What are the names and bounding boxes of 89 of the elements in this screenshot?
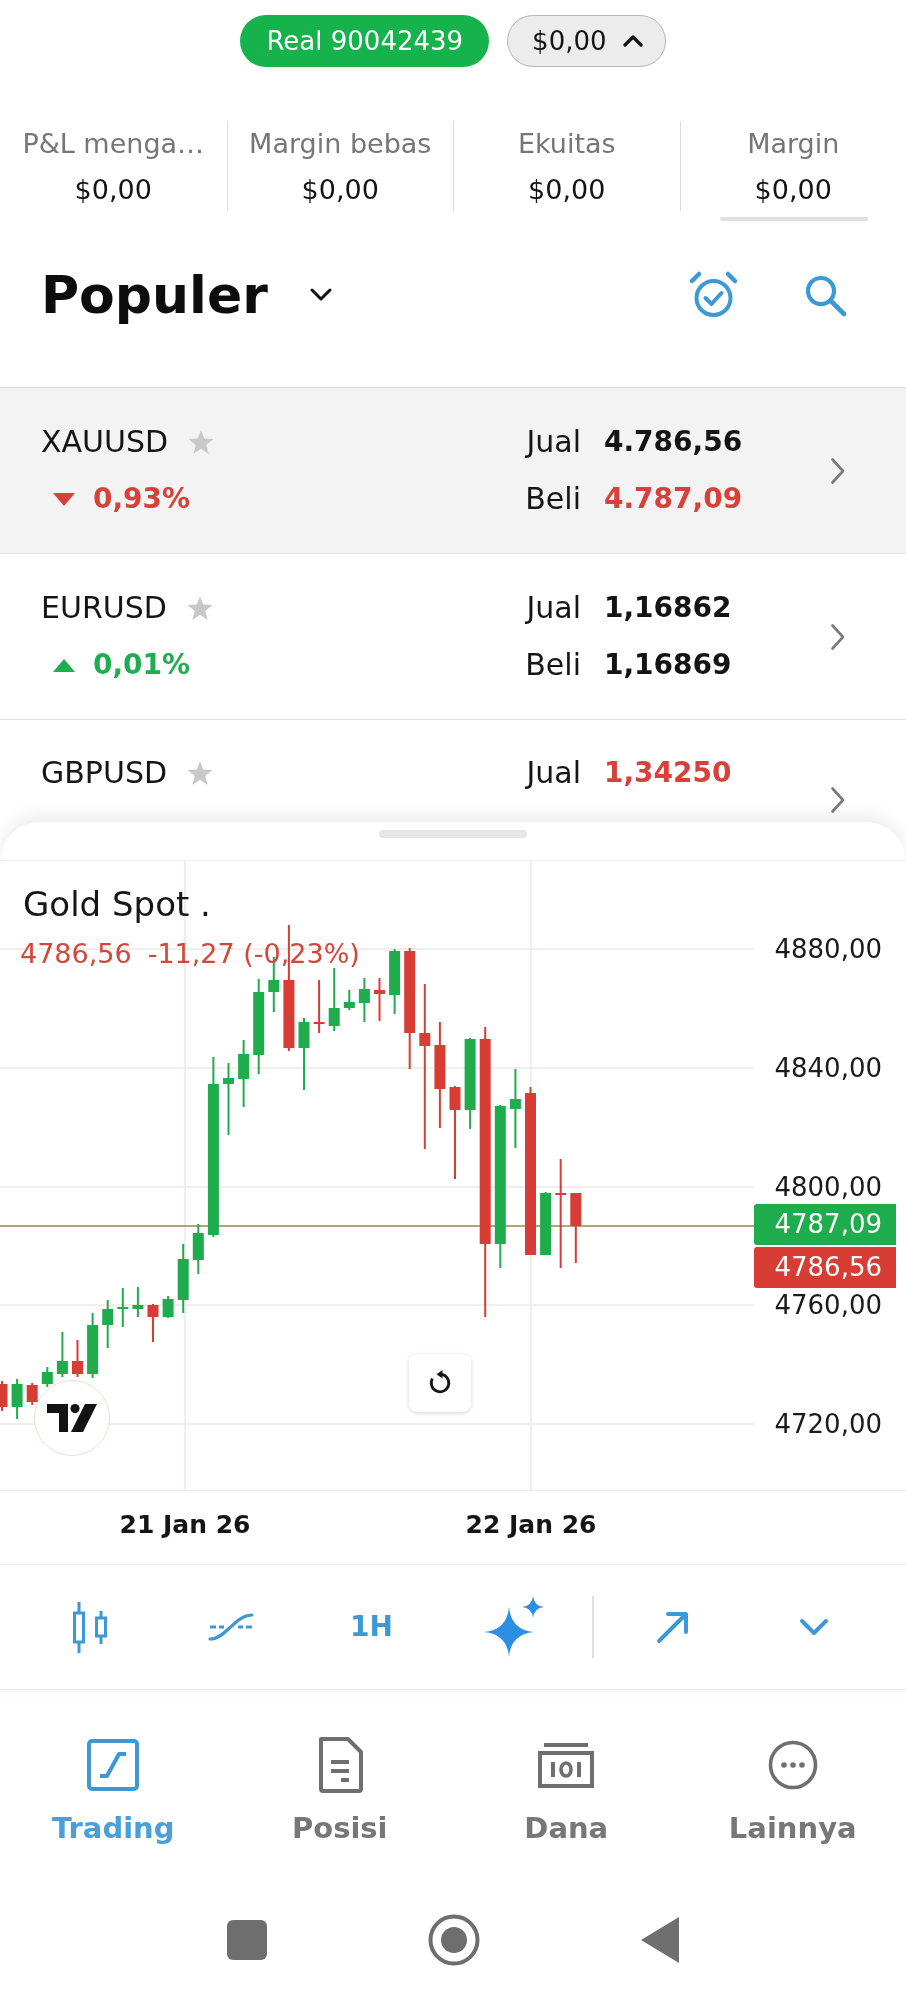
chart-price: 4786,56 [20,937,132,971]
back-icon[interactable] [641,1916,679,1963]
candlestick [26,1382,38,1406]
candlestick [570,1192,582,1264]
candlestick [87,1312,99,1379]
star-icon[interactable] [187,760,214,786]
quote-label: Jual [526,754,581,792]
quote-label: Jual [526,589,581,627]
summary-label: Margin [747,127,840,161]
star-icon[interactable] [186,595,213,621]
quote-price: 4.786,56 [604,424,743,460]
drag-handle[interactable] [379,830,527,838]
arrow-icon[interactable] [656,1610,690,1644]
quote-price: 1,34250 [604,755,732,791]
alarm-check-icon[interactable] [688,269,739,320]
chart-title: Gold Spot . [23,884,211,924]
candlestick [374,977,385,1022]
candlestick [343,989,355,1011]
candlestick [117,1287,129,1328]
chart-icon [87,1739,140,1791]
instrument-symbol: EURUSD [41,589,167,627]
candlestick [540,1191,552,1256]
summary-label: Ekuitas [517,127,616,161]
nav-tab[interactable]: Lainnya [679,1691,906,1880]
change-percent: 0,01% [93,647,191,683]
candlestick [0,1380,8,1412]
axis-label: 4760,00 [774,1290,882,1321]
price-tag: 4787,09 [754,1204,896,1245]
chevron-right-icon [830,456,846,485]
instrument-row[interactable]: XAUUSD 0,93% Jual 4.786,56 Beli 4.787,09 [0,388,906,554]
candlestick [147,1303,159,1343]
date-label: 21 Jan 26 [119,1510,251,1540]
candlestick [102,1299,114,1349]
quote-label: Jual [526,423,581,461]
nav-tab[interactable]: Posisi [226,1691,453,1880]
reset-icon [427,1370,453,1396]
axis-label: 4720,00 [774,1409,882,1439]
candlestick-icon[interactable] [71,1601,108,1653]
summary-value: $0,00 [301,173,379,207]
logo-icon [47,1404,97,1432]
candlestick [358,977,370,1023]
candlestick [313,979,325,1034]
axis-label: 4800,00 [774,1171,882,1202]
balance-button[interactable]: $0,00 [507,15,666,67]
axis-label: 4880,00 [774,934,882,964]
chevron-right-icon [830,786,846,814]
chevron-down-icon [309,288,332,301]
candlestick [192,1223,204,1275]
instrument-symbol: XAUUSD [41,423,169,461]
candlestick [162,1295,174,1319]
cash-icon [538,1742,595,1788]
candlestick [238,1039,250,1108]
instrument-symbol: GBPUSD [41,754,168,792]
chevron-down-icon[interactable] [799,1618,829,1636]
quote-label: Beli [525,646,581,684]
candlestick [177,1243,189,1314]
summary-value: $0,00 [74,173,152,207]
indicator-icon[interactable] [207,1613,254,1641]
quote-price: 4.787,09 [604,481,743,517]
chevron-right-icon [830,622,846,651]
candlestick [328,967,340,1032]
summary-value: $0,00 [754,173,832,207]
date-label: 22 Jan 26 [465,1510,597,1540]
candlestick [132,1286,144,1318]
quote-price: 1,16862 [604,590,732,626]
candlestick [11,1378,23,1420]
summary-label: Margin bebas [249,127,432,161]
axis-label: 4840,00 [774,1052,882,1083]
candlestick [389,948,401,1015]
reset-button[interactable] [409,1354,471,1412]
candlestick [56,1331,68,1378]
more-icon [767,1740,818,1790]
nav-tab[interactable]: Trading [0,1691,227,1880]
nav-tab[interactable]: Dana [453,1691,680,1880]
watchlist-dropdown[interactable]: Populer [41,262,332,327]
star-icon[interactable] [188,429,215,455]
interval-button[interactable]: 1H [346,1609,397,1645]
document-icon [316,1737,363,1793]
summary-value: $0,00 [528,173,606,207]
home-icon[interactable] [428,1913,480,1966]
change-percent: 0,93% [93,481,191,517]
price-tag: 4786,56 [754,1247,896,1288]
quote-price: 1,16869 [604,647,732,683]
candlestick [41,1366,53,1388]
recent-apps-icon[interactable] [227,1919,267,1960]
candlestick [72,1339,83,1378]
account-button[interactable]: Real 90042439 [240,15,490,67]
summary-label: P&L menga… [22,127,205,161]
quote-label: Beli [525,480,581,518]
